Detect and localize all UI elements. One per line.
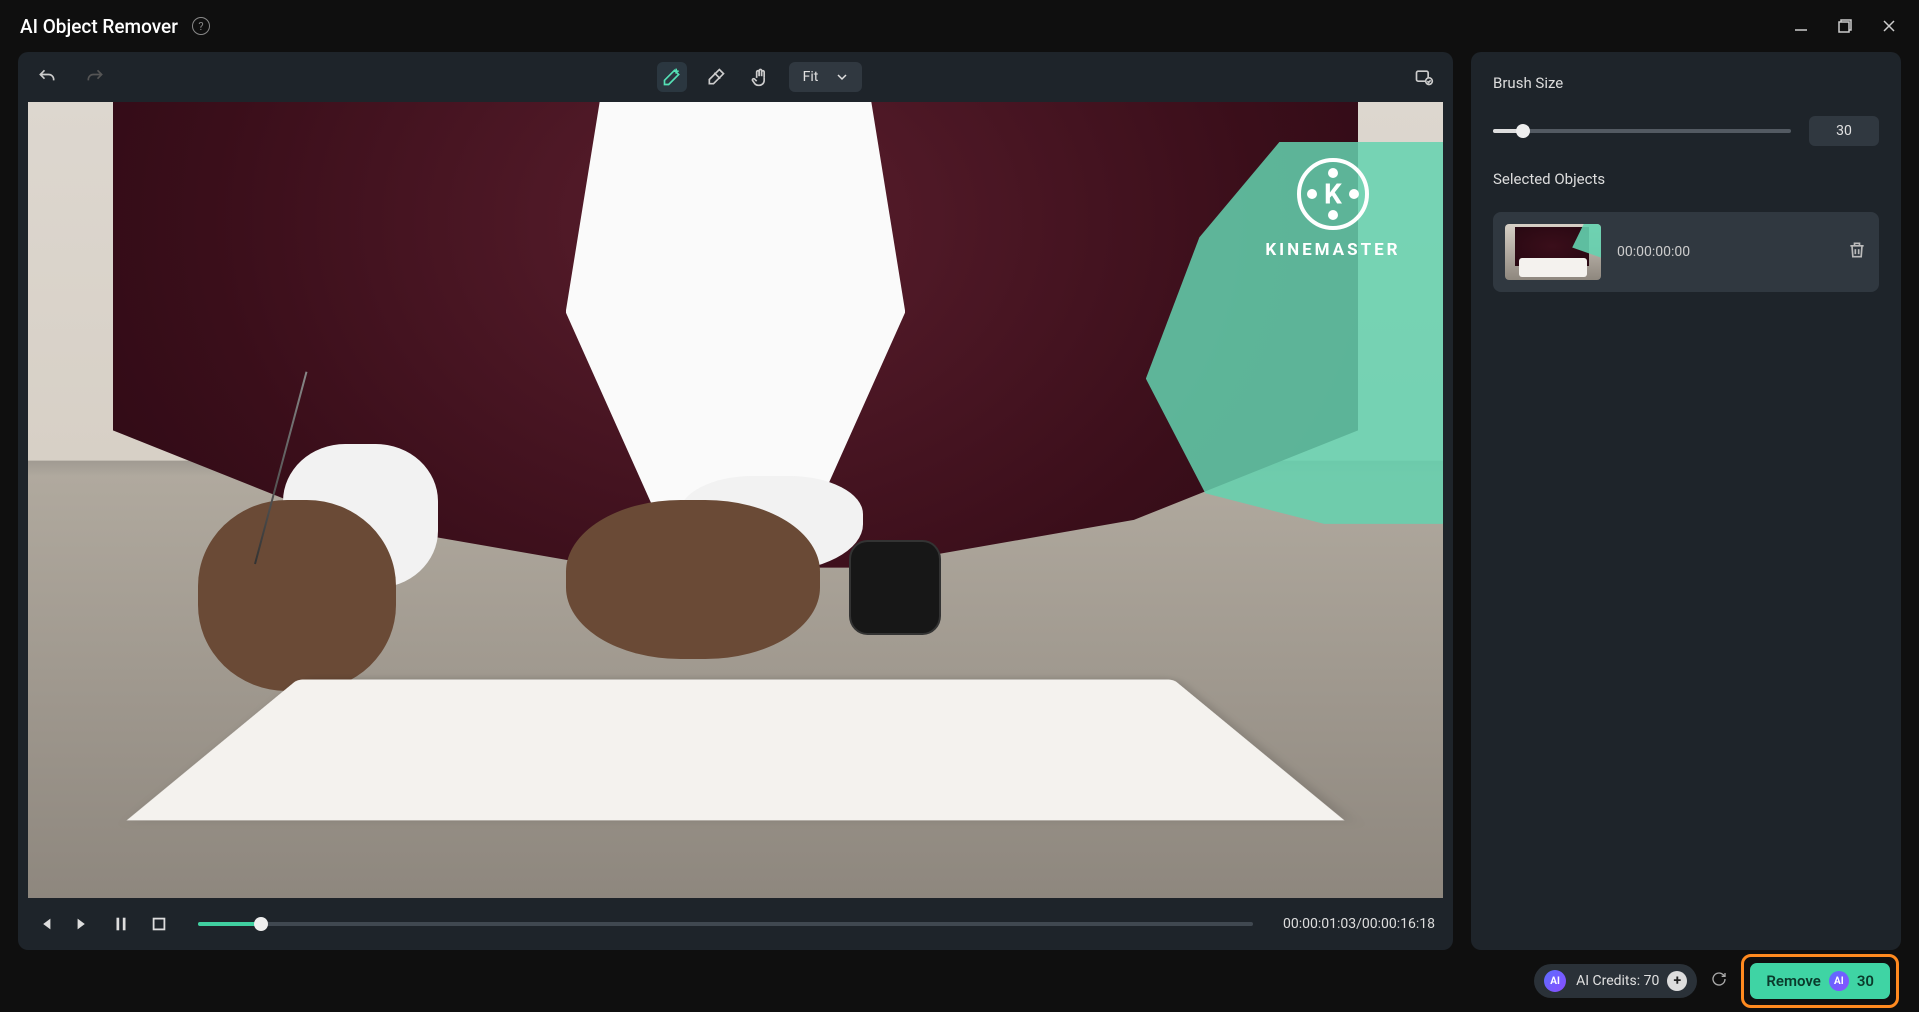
remove-highlight-box: Remove AI 30 — [1741, 954, 1899, 1008]
playbar: 00:00:01:03/00:00:16:18 — [18, 898, 1453, 950]
prev-frame-icon[interactable] — [36, 915, 54, 933]
brush-size-label: Brush Size — [1493, 74, 1879, 92]
brush-add-icon[interactable] — [657, 62, 687, 92]
app-title: AI Object Remover — [20, 15, 178, 38]
timeline-scrubber[interactable] — [198, 922, 1253, 926]
video-canvas[interactable]: K KINEMASTER — [28, 102, 1443, 898]
toolbar-history — [32, 62, 110, 92]
minimize-icon[interactable] — [1791, 16, 1811, 36]
maximize-icon[interactable] — [1835, 16, 1855, 36]
pause-icon[interactable] — [112, 915, 130, 933]
main-area: Fit — [0, 52, 1919, 950]
remove-button[interactable]: Remove AI 30 — [1750, 963, 1890, 999]
object-thumbnail — [1505, 224, 1601, 280]
brush-size-slider[interactable] — [1493, 129, 1791, 133]
toolbar-right — [1409, 62, 1439, 92]
ai-credits-pill: AI AI Credits: 70 + — [1534, 964, 1697, 998]
canvas-toolbar: Fit — [18, 52, 1453, 102]
ai-cost-badge-icon: AI — [1829, 971, 1849, 991]
ai-badge-icon: AI — [1544, 970, 1566, 992]
remove-label: Remove — [1766, 972, 1821, 990]
titlebar-left: AI Object Remover ? — [20, 15, 210, 38]
brush-size-value[interactable]: 30 — [1809, 116, 1879, 146]
timecode: 00:00:01:03/00:00:16:18 — [1283, 916, 1435, 932]
stop-icon[interactable] — [150, 915, 168, 933]
scrubber-handle[interactable] — [254, 917, 268, 931]
settings-panel: Brush Size 30 Selected Objects 00:00:00:… — [1471, 52, 1901, 950]
zoom-label: Fit — [803, 69, 819, 85]
zoom-select[interactable]: Fit — [789, 62, 863, 92]
window-controls — [1791, 16, 1899, 36]
watermark-text: KINEMASTER — [1265, 240, 1400, 260]
object-timecode: 00:00:00:00 — [1617, 244, 1831, 260]
delete-object-icon[interactable] — [1847, 240, 1867, 264]
selected-objects-label: Selected Objects — [1493, 170, 1879, 188]
toolbar-tools: Fit — [120, 62, 1399, 92]
chevron-down-icon — [836, 71, 848, 83]
help-icon[interactable]: ? — [192, 17, 210, 35]
add-credits-button[interactable]: + — [1667, 971, 1687, 991]
preview-panel: Fit — [18, 52, 1453, 950]
brush-size-row: 30 — [1493, 116, 1879, 146]
slider-handle[interactable] — [1516, 124, 1530, 138]
undo-icon[interactable] — [32, 62, 62, 92]
redo-icon[interactable] — [80, 62, 110, 92]
selected-object-item[interactable]: 00:00:00:00 — [1493, 212, 1879, 292]
compare-icon[interactable] — [1409, 62, 1439, 92]
watermark: K KINEMASTER — [1265, 158, 1400, 260]
close-icon[interactable] — [1879, 16, 1899, 36]
hand-pan-icon[interactable] — [745, 62, 775, 92]
playback-controls — [36, 915, 168, 933]
eraser-icon[interactable] — [701, 62, 731, 92]
next-frame-icon[interactable] — [74, 915, 92, 933]
watermark-logo-icon: K — [1297, 158, 1369, 230]
titlebar: AI Object Remover ? — [0, 0, 1919, 52]
footer-bar: AI AI Credits: 70 + Remove AI 30 — [0, 950, 1919, 1012]
remove-cost: 30 — [1857, 972, 1874, 990]
credits-label: AI Credits: 70 — [1576, 973, 1659, 989]
refresh-icon[interactable] — [1711, 971, 1727, 991]
video-frame: K KINEMASTER — [28, 102, 1443, 898]
